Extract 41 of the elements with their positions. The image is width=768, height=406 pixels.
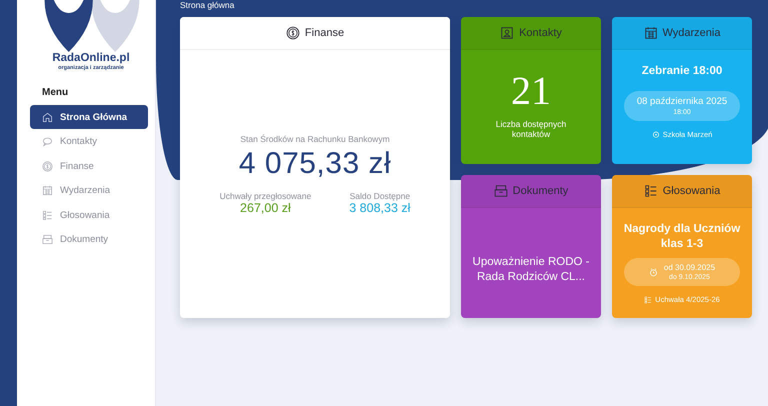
- archive-box-icon: [42, 234, 53, 245]
- card-title: Dokumenty: [512, 185, 568, 197]
- speech-bubble-icon: [42, 136, 53, 147]
- stat-amount: 267,00 zł: [240, 200, 291, 214]
- document-title: Upoważnienie RODO - Rada Rodziców CL...: [472, 255, 590, 285]
- balance-label: Stan Środków na Rachunku Bankowym: [240, 134, 390, 144]
- card-title: Wydarzenia: [662, 27, 720, 39]
- event-title: Zebranie 18:00: [642, 64, 722, 79]
- logo-wordmark: RadaOnline.pl: [52, 52, 130, 65]
- home-icon: [42, 112, 53, 122]
- vote-title: Nagrody dla Uczniów klas 1-3: [622, 222, 742, 252]
- count-caption: Liczba dostępnych kontaktów: [494, 119, 568, 139]
- sidebar-item[interactable]: Finanse: [30, 154, 148, 178]
- stat-label: Saldo Dostępne: [349, 190, 410, 200]
- location-pin-icon: [652, 130, 660, 138]
- alarm-clock-icon: [648, 268, 658, 276]
- breadcrumb: Strona główna: [180, 0, 236, 10]
- sidebar-item[interactable]: Kontakty: [30, 130, 148, 154]
- card-title: Kontakty: [519, 27, 562, 39]
- card-title: Finanse: [304, 27, 344, 39]
- checklist-icon: [644, 184, 658, 198]
- contact-count: 21: [511, 69, 551, 113]
- vote-start: od 30.09.2025: [664, 263, 716, 272]
- contact-card-icon: [500, 26, 514, 40]
- balance-amount: 4 075,33 zł: [238, 146, 392, 180]
- stat-label: Uchwały przegłosowane: [220, 190, 312, 200]
- calendar-icon: [644, 26, 658, 40]
- event-date: 08 października 2025: [636, 96, 728, 107]
- archive-box-icon: [494, 184, 508, 198]
- coin-icon: [286, 26, 300, 40]
- checklist-icon: [42, 210, 53, 220]
- stat-amount: 3 808,33 zł: [349, 200, 410, 214]
- sidebar-item[interactable]: Dokumenty: [30, 228, 148, 252]
- checklist-icon: [644, 296, 652, 304]
- card-title: Głosowania: [662, 185, 720, 197]
- sidebar-item[interactable]: Głosowania: [30, 203, 148, 227]
- calendar-icon: [42, 185, 53, 196]
- coin-icon: [42, 160, 53, 172]
- menu-heading: Menu: [42, 87, 70, 98]
- sidebar-item[interactable]: Wydarzenia: [30, 178, 148, 202]
- sidebar-item[interactable]: Strona Główna: [30, 105, 148, 129]
